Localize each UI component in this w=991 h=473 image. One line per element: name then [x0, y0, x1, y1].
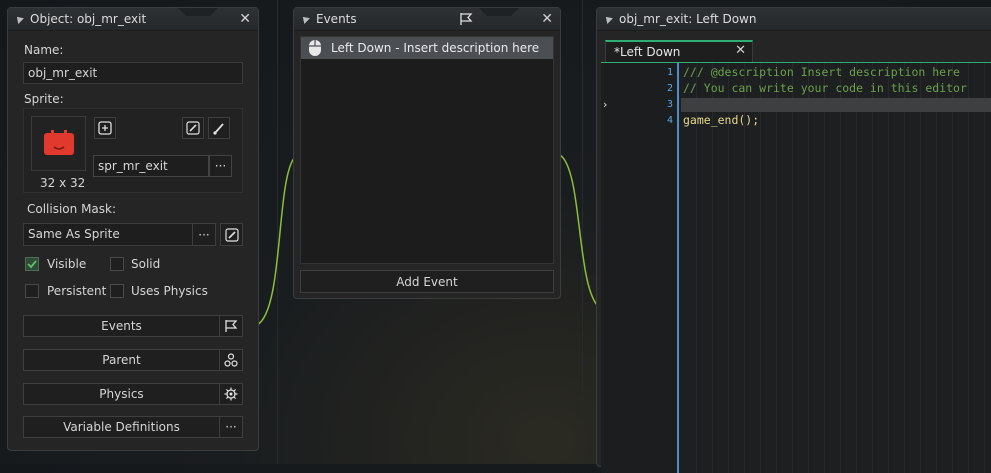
physics-icon-button[interactable]: [219, 383, 243, 405]
persistent-checkbox[interactable]: [25, 284, 39, 298]
events-list: Left Down - Insert description here: [300, 36, 554, 264]
cursor-marker-icon: ›: [603, 98, 608, 111]
hierarchy-icon: [224, 353, 238, 367]
tab-left-down[interactable]: *Left Down ✕: [605, 40, 753, 62]
code-area[interactable]: › 1 /// @description Insert description …: [601, 62, 991, 473]
line-number: 2: [666, 83, 673, 94]
object-panel-titlebar[interactable]: Object: obj_mr_exit ✕: [8, 8, 258, 31]
event-item-left-down[interactable]: Left Down - Insert description here: [301, 37, 553, 59]
collision-edit-button[interactable]: [220, 223, 243, 246]
collision-browse-button[interactable]: ···: [192, 223, 216, 246]
uses-physics-checkbox[interactable]: [110, 284, 124, 298]
collapse-icon[interactable]: [14, 14, 24, 24]
code-panel-titlebar[interactable]: obj_mr_exit: Left Down: [597, 8, 991, 31]
sprite-size: 32 x 32: [40, 176, 86, 190]
tab-label: *Left Down: [614, 45, 681, 59]
close-icon[interactable]: ✕: [239, 11, 251, 27]
collapse-icon[interactable]: [300, 14, 310, 24]
gear-icon: [224, 387, 238, 401]
object-panel-title: Object: obj_mr_exit: [30, 12, 147, 26]
new-sprite-button[interactable]: [94, 117, 116, 139]
parent-button[interactable]: Parent: [23, 349, 220, 371]
variable-definitions-more-button[interactable]: ···: [219, 416, 243, 438]
events-panel: Events ✕ Left Down - Insert description …: [293, 7, 561, 299]
flag-icon: [225, 320, 238, 332]
current-line-highlight: [681, 98, 991, 112]
edit-sprite-icon: [186, 121, 200, 135]
line-number: 1: [666, 67, 673, 78]
parent-icon-button[interactable]: [219, 349, 243, 371]
sprite-preview[interactable]: [31, 116, 86, 171]
sprite-label: Sprite:: [24, 92, 64, 106]
flag-icon[interactable]: [459, 12, 473, 26]
sprite-section: 32 x 32 spr_mr_exit ···: [23, 108, 243, 193]
name-field[interactable]: obj_mr_exit: [23, 62, 243, 84]
edit-sprite-button[interactable]: [182, 117, 204, 139]
persistent-label: Persistent: [47, 284, 107, 298]
sprite-name-field[interactable]: spr_mr_exit: [93, 155, 209, 177]
code-editor-panel: obj_mr_exit: Left Down *Left Down ✕ › 1 …: [596, 7, 991, 473]
variable-definitions-button[interactable]: Variable Definitions: [23, 416, 220, 438]
collision-mask-label: Collision Mask:: [27, 202, 117, 216]
code-panel-title: obj_mr_exit: Left Down: [619, 12, 757, 26]
line-number: 3: [666, 99, 673, 110]
mouse-icon: [309, 40, 321, 56]
collision-mask-field[interactable]: Same As Sprite: [23, 223, 193, 246]
sprite-thumbnail: [43, 129, 74, 155]
edit-mask-icon: [224, 227, 239, 242]
brush-icon: [213, 123, 224, 135]
solid-label: Solid: [131, 257, 161, 271]
sprite-browse-button[interactable]: ···: [209, 155, 232, 177]
paint-sprite-button[interactable]: [208, 117, 230, 139]
code-line: // You can write your code in this edito…: [683, 81, 967, 95]
object-panel: Object: obj_mr_exit ✕ Name: obj_mr_exit …: [7, 7, 259, 451]
name-label: Name:: [24, 43, 64, 57]
line-number: 4: [666, 115, 673, 126]
tab-close-icon[interactable]: ✕: [735, 43, 746, 58]
code-line: game_end();: [683, 113, 760, 127]
events-button[interactable]: Events: [23, 315, 220, 337]
gutter-divider: [677, 63, 679, 473]
code-line: /// @description Insert description here: [683, 65, 960, 79]
close-icon[interactable]: ✕: [541, 11, 553, 27]
event-item-label: Left Down - Insert description here: [331, 41, 540, 55]
visible-checkbox[interactable]: [25, 257, 39, 271]
add-event-button[interactable]: Add Event: [300, 270, 554, 293]
events-panel-title: Events: [316, 12, 357, 26]
events-panel-titlebar[interactable]: Events ✕: [294, 8, 560, 31]
collapse-icon[interactable]: [603, 14, 613, 24]
solid-checkbox[interactable]: [110, 257, 124, 271]
events-icon-button[interactable]: [219, 315, 243, 337]
new-sprite-icon: [98, 121, 112, 135]
visible-label: Visible: [47, 257, 87, 271]
uses-physics-label: Uses Physics: [131, 284, 208, 298]
physics-button[interactable]: Physics: [23, 383, 220, 405]
checkmark-icon: [27, 260, 37, 269]
